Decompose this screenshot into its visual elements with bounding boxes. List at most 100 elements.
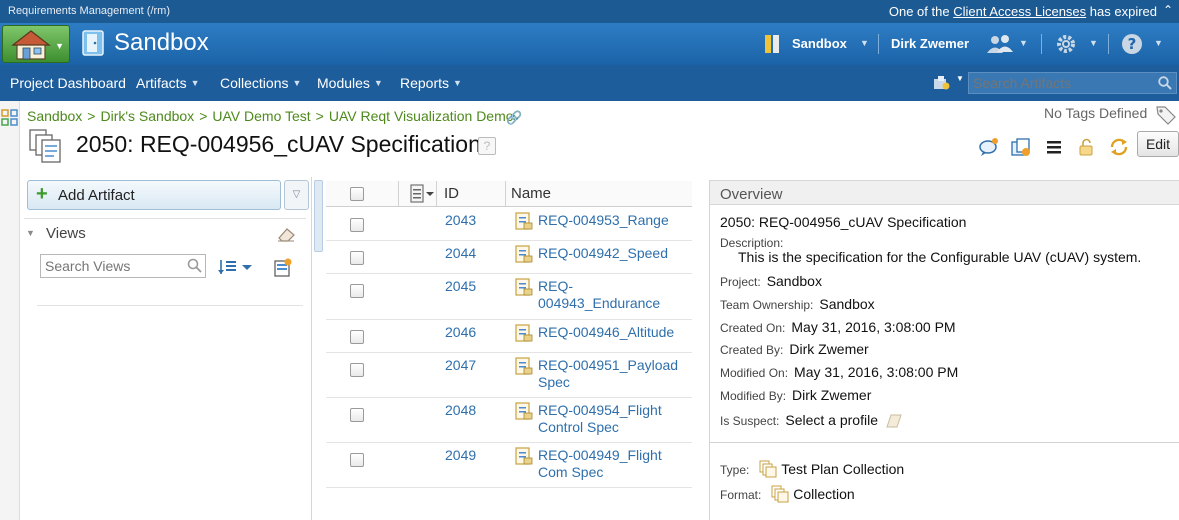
table-row[interactable]: 2046 REQ-004946_Altitude [326, 320, 692, 353]
breadcrumb-link[interactable]: UAV Reqt Visualization Demo [329, 108, 514, 124]
nav-artifacts[interactable]: Artifacts ▼ [136, 75, 200, 91]
chevron-down-icon: ▼ [55, 41, 64, 51]
chevron-down-icon: ▼ [453, 78, 462, 88]
overview-header[interactable]: Overview [710, 180, 1179, 205]
collection-icon [29, 129, 61, 163]
row-checkbox[interactable] [350, 408, 364, 422]
help-icon[interactable]: ? [478, 137, 496, 155]
svg-text:?: ? [1128, 35, 1137, 53]
menu-icon[interactable] [1043, 137, 1065, 157]
column-header-id[interactable]: ID [444, 185, 459, 202]
chevron-down-icon[interactable]: ▼ [860, 38, 869, 48]
column-chooser-icon[interactable] [410, 184, 436, 204]
main-nav: Project Dashboard Artifacts ▼ Collections… [0, 65, 1179, 101]
add-to-collection-icon[interactable] [1010, 137, 1032, 157]
breadcrumb-link[interactable]: Dirk's Sandbox [100, 108, 194, 124]
project-row: Project: Sandbox [720, 273, 822, 289]
search-artifacts-input[interactable] [968, 72, 1177, 94]
project-area-icon [765, 35, 779, 53]
user-name[interactable]: Dirk Zwemer [891, 36, 969, 51]
add-artifact-dropdown[interactable]: ▽ [284, 180, 309, 210]
add-artifact-button[interactable]: + Add Artifact [27, 180, 281, 210]
search-icon[interactable] [187, 258, 202, 273]
new-view-icon[interactable] [273, 258, 293, 278]
artifact-name-link[interactable]: REQ-004942_Speed [538, 245, 688, 262]
banner-right-tools: Sandbox ▼ Dirk Zwemer ▼ ▼ ? ▼ [759, 23, 1179, 65]
mini-rail [0, 101, 20, 520]
breadcrumb-link[interactable]: Sandbox [27, 108, 82, 124]
table-row[interactable]: 2047 REQ-004951_Payload Spec [326, 353, 692, 398]
artifact-id-link[interactable]: 2048 [445, 402, 476, 418]
edit-button[interactable]: Edit [1137, 131, 1179, 157]
description-label: Description: [720, 236, 784, 250]
comment-icon[interactable] [978, 137, 1000, 157]
nav-modules[interactable]: Modules ▼ [317, 75, 383, 91]
select-all-checkbox[interactable] [350, 187, 364, 201]
home-menu-button[interactable]: ▼ [2, 25, 70, 63]
column-header-name[interactable]: Name [511, 185, 551, 202]
select-profile-link[interactable]: Select a profile [785, 412, 878, 428]
panel-divider [311, 177, 312, 520]
gear-icon[interactable] [1055, 33, 1077, 55]
table-row[interactable]: 2045 REQ-004943_Endurance [326, 274, 692, 320]
project-area-label[interactable]: Sandbox [792, 36, 847, 51]
splitter-handle[interactable] [314, 180, 323, 252]
profile-icon[interactable] [885, 411, 903, 429]
views-section: ▼ Views [24, 218, 306, 248]
artifact-id-link[interactable]: 2049 [445, 447, 476, 463]
artifact-name-link[interactable]: REQ-004946_Altitude [538, 324, 688, 341]
artifact-id-link[interactable]: 2046 [445, 324, 476, 340]
users-icon[interactable] [986, 33, 1014, 55]
configuration-icon[interactable] [933, 75, 951, 91]
row-checkbox[interactable] [350, 251, 364, 265]
row-checkbox[interactable] [350, 284, 364, 298]
overview-panel: Overview 2050: REQ-004956_cUAV Specifica… [709, 180, 1179, 520]
plus-icon: + [36, 183, 48, 205]
chevron-down-icon[interactable]: ▼ [1019, 38, 1028, 48]
row-checkbox[interactable] [350, 218, 364, 232]
requirement-icon [515, 357, 533, 375]
row-checkbox[interactable] [350, 453, 364, 467]
lock-icon[interactable] [1075, 137, 1097, 157]
chevron-down-icon[interactable]: ▼ [956, 74, 964, 83]
artifact-name-link[interactable]: REQ-004951_Payload Spec [538, 357, 688, 391]
table-row[interactable]: 2049 REQ-004949_Flight Com Spec [326, 443, 692, 488]
chevron-down-icon[interactable]: ▼ [1154, 38, 1163, 48]
grid-icon[interactable] [1, 109, 18, 126]
type-value: Test Plan Collection [781, 461, 905, 477]
artifact-name-link[interactable]: REQ-004949_Flight Com Spec [538, 447, 688, 481]
nav-project-dashboard[interactable]: Project Dashboard [10, 75, 126, 91]
collapse-triangle-icon[interactable]: ▼ [26, 228, 35, 238]
breadcrumb-link[interactable]: UAV Demo Test [212, 108, 310, 124]
row-checkbox[interactable] [350, 330, 364, 344]
table-row[interactable]: 2044 REQ-004942_Speed [326, 241, 692, 274]
modified-on-row: Modified On: May 31, 2016, 3:08:00 PM [720, 364, 959, 380]
artifact-name-link[interactable]: REQ-004943_Endurance [538, 278, 673, 312]
artifact-name-link[interactable]: REQ-004953_Range [538, 212, 688, 229]
refresh-icon[interactable] [1108, 137, 1130, 157]
sort-icon[interactable] [218, 259, 256, 275]
artifact-id-link[interactable]: 2047 [445, 357, 476, 373]
artifact-id-link[interactable]: 2043 [445, 212, 476, 228]
tag-icon[interactable] [1155, 105, 1177, 125]
nav-reports[interactable]: Reports ▼ [400, 75, 462, 91]
client-access-licenses-link[interactable]: Client Access Licenses [953, 4, 1086, 19]
search-views-input[interactable] [40, 254, 206, 278]
collapse-banner-icon[interactable]: ⌃ [1163, 3, 1173, 17]
eraser-icon[interactable] [276, 226, 296, 242]
views-label[interactable]: Views [46, 225, 86, 242]
artifact-id-link[interactable]: 2044 [445, 245, 476, 261]
help-icon[interactable]: ? [1121, 33, 1143, 55]
link-icon[interactable]: 🔗 [506, 110, 522, 126]
project-name[interactable]: Sandbox [114, 29, 209, 57]
artifact-name-link[interactable]: REQ-004954_Flight Control Spec [538, 402, 688, 436]
search-icon[interactable] [1158, 76, 1172, 90]
table-row[interactable]: 2043 REQ-004953_Range [326, 207, 692, 241]
modified-by-value: Dirk Zwemer [792, 387, 872, 403]
row-checkbox[interactable] [350, 363, 364, 377]
artifact-id-link[interactable]: 2045 [445, 278, 476, 294]
created-by-row: Created By: Dirk Zwemer [720, 341, 869, 357]
table-row[interactable]: 2048 REQ-004954_Flight Control Spec [326, 398, 692, 443]
nav-collections[interactable]: Collections ▼ [220, 75, 301, 91]
chevron-down-icon[interactable]: ▼ [1089, 38, 1098, 48]
